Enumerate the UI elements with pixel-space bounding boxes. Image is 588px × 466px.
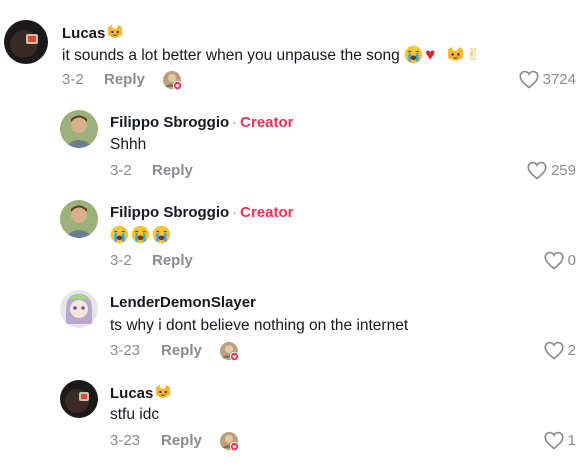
user-avatar-image <box>60 110 98 148</box>
comment-text: stfu idc <box>110 406 160 423</box>
creator-liked-icon <box>162 70 182 90</box>
comment-username[interactable]: LenderDemonSlayer <box>110 294 256 311</box>
like-count: 3724 <box>542 71 576 88</box>
crying-emoji-icon <box>404 45 423 64</box>
comment-date: 3-2 <box>110 162 132 179</box>
reply-button[interactable]: Reply <box>152 252 193 269</box>
heart-icon <box>544 341 564 360</box>
like-count: 259 <box>550 162 576 179</box>
victory-hand-emoji-icon: ✌ <box>466 47 480 64</box>
like-button[interactable]: 1 <box>544 431 576 450</box>
like-count: 2 <box>567 342 576 359</box>
comment-text: ts why i dont believe nothing on the int… <box>110 317 409 334</box>
comment-date: 3-23 <box>110 342 141 359</box>
user-avatar-image <box>4 20 48 64</box>
user-avatar-image <box>60 200 98 238</box>
like-button[interactable]: 259 <box>527 161 576 180</box>
crying-emoji-icon <box>110 225 129 244</box>
cat-emoji-icon <box>154 384 172 400</box>
comment-username[interactable]: Filippo Sbroggio · Creator <box>110 204 294 221</box>
like-count: 0 <box>567 252 576 269</box>
avatar[interactable] <box>60 380 98 418</box>
reply-button[interactable]: Reply <box>161 432 202 449</box>
creator-badge: Creator <box>240 114 294 131</box>
heart-icon <box>527 161 547 180</box>
comment-item: Lucas it sounds a lot better when you un… <box>0 0 588 100</box>
comment-username[interactable]: Lucas <box>62 24 124 42</box>
cat-emoji-icon <box>446 45 465 64</box>
heart-icon <box>544 251 564 270</box>
like-button[interactable]: 2 <box>544 341 576 360</box>
avatar[interactable] <box>60 200 98 238</box>
reply-button[interactable]: Reply <box>104 71 145 88</box>
comment-username[interactable]: Lucas <box>110 384 172 402</box>
user-avatar-image <box>60 380 98 418</box>
avatar[interactable] <box>60 110 98 148</box>
comment-text: Shhh <box>110 136 147 153</box>
like-button[interactable]: 0 <box>544 251 576 270</box>
cat-emoji-icon <box>106 24 124 40</box>
heart-icon <box>519 70 539 89</box>
heart-emoji-icon: ♥ <box>425 45 436 64</box>
creator-badge: Creator <box>240 204 294 221</box>
comment-item: LenderDemonSlayer ts why i dont believe … <box>0 280 588 370</box>
like-button[interactable]: 3724 <box>519 70 576 89</box>
comment-item: Filippo Sbroggio · Creator 3-2 Reply 0 <box>0 190 588 280</box>
heart-icon <box>544 431 564 450</box>
avatar[interactable] <box>4 20 48 64</box>
crying-emoji-icon <box>152 225 171 244</box>
comment-date: 3-2 <box>62 71 84 88</box>
like-count: 1 <box>567 432 576 449</box>
comment-item: Filippo Sbroggio · Creator Shhh 3-2 Reply … <box>0 100 588 190</box>
user-avatar-image <box>60 290 98 328</box>
comment-date: 3-2 <box>110 252 132 269</box>
comment-date: 3-23 <box>110 432 141 449</box>
comment-username[interactable]: Filippo Sbroggio · Creator <box>110 114 294 131</box>
creator-liked-icon <box>219 431 239 451</box>
comment-text: it sounds a lot better when you unpause … <box>62 45 480 64</box>
comment-text <box>110 225 173 245</box>
comment-item: Lucas stfu idc 3-23 Reply 1 <box>0 370 588 466</box>
reply-button[interactable]: Reply <box>161 342 202 359</box>
creator-liked-icon <box>219 341 239 361</box>
avatar[interactable] <box>60 290 98 328</box>
crying-emoji-icon <box>131 225 150 244</box>
reply-button[interactable]: Reply <box>152 162 193 179</box>
